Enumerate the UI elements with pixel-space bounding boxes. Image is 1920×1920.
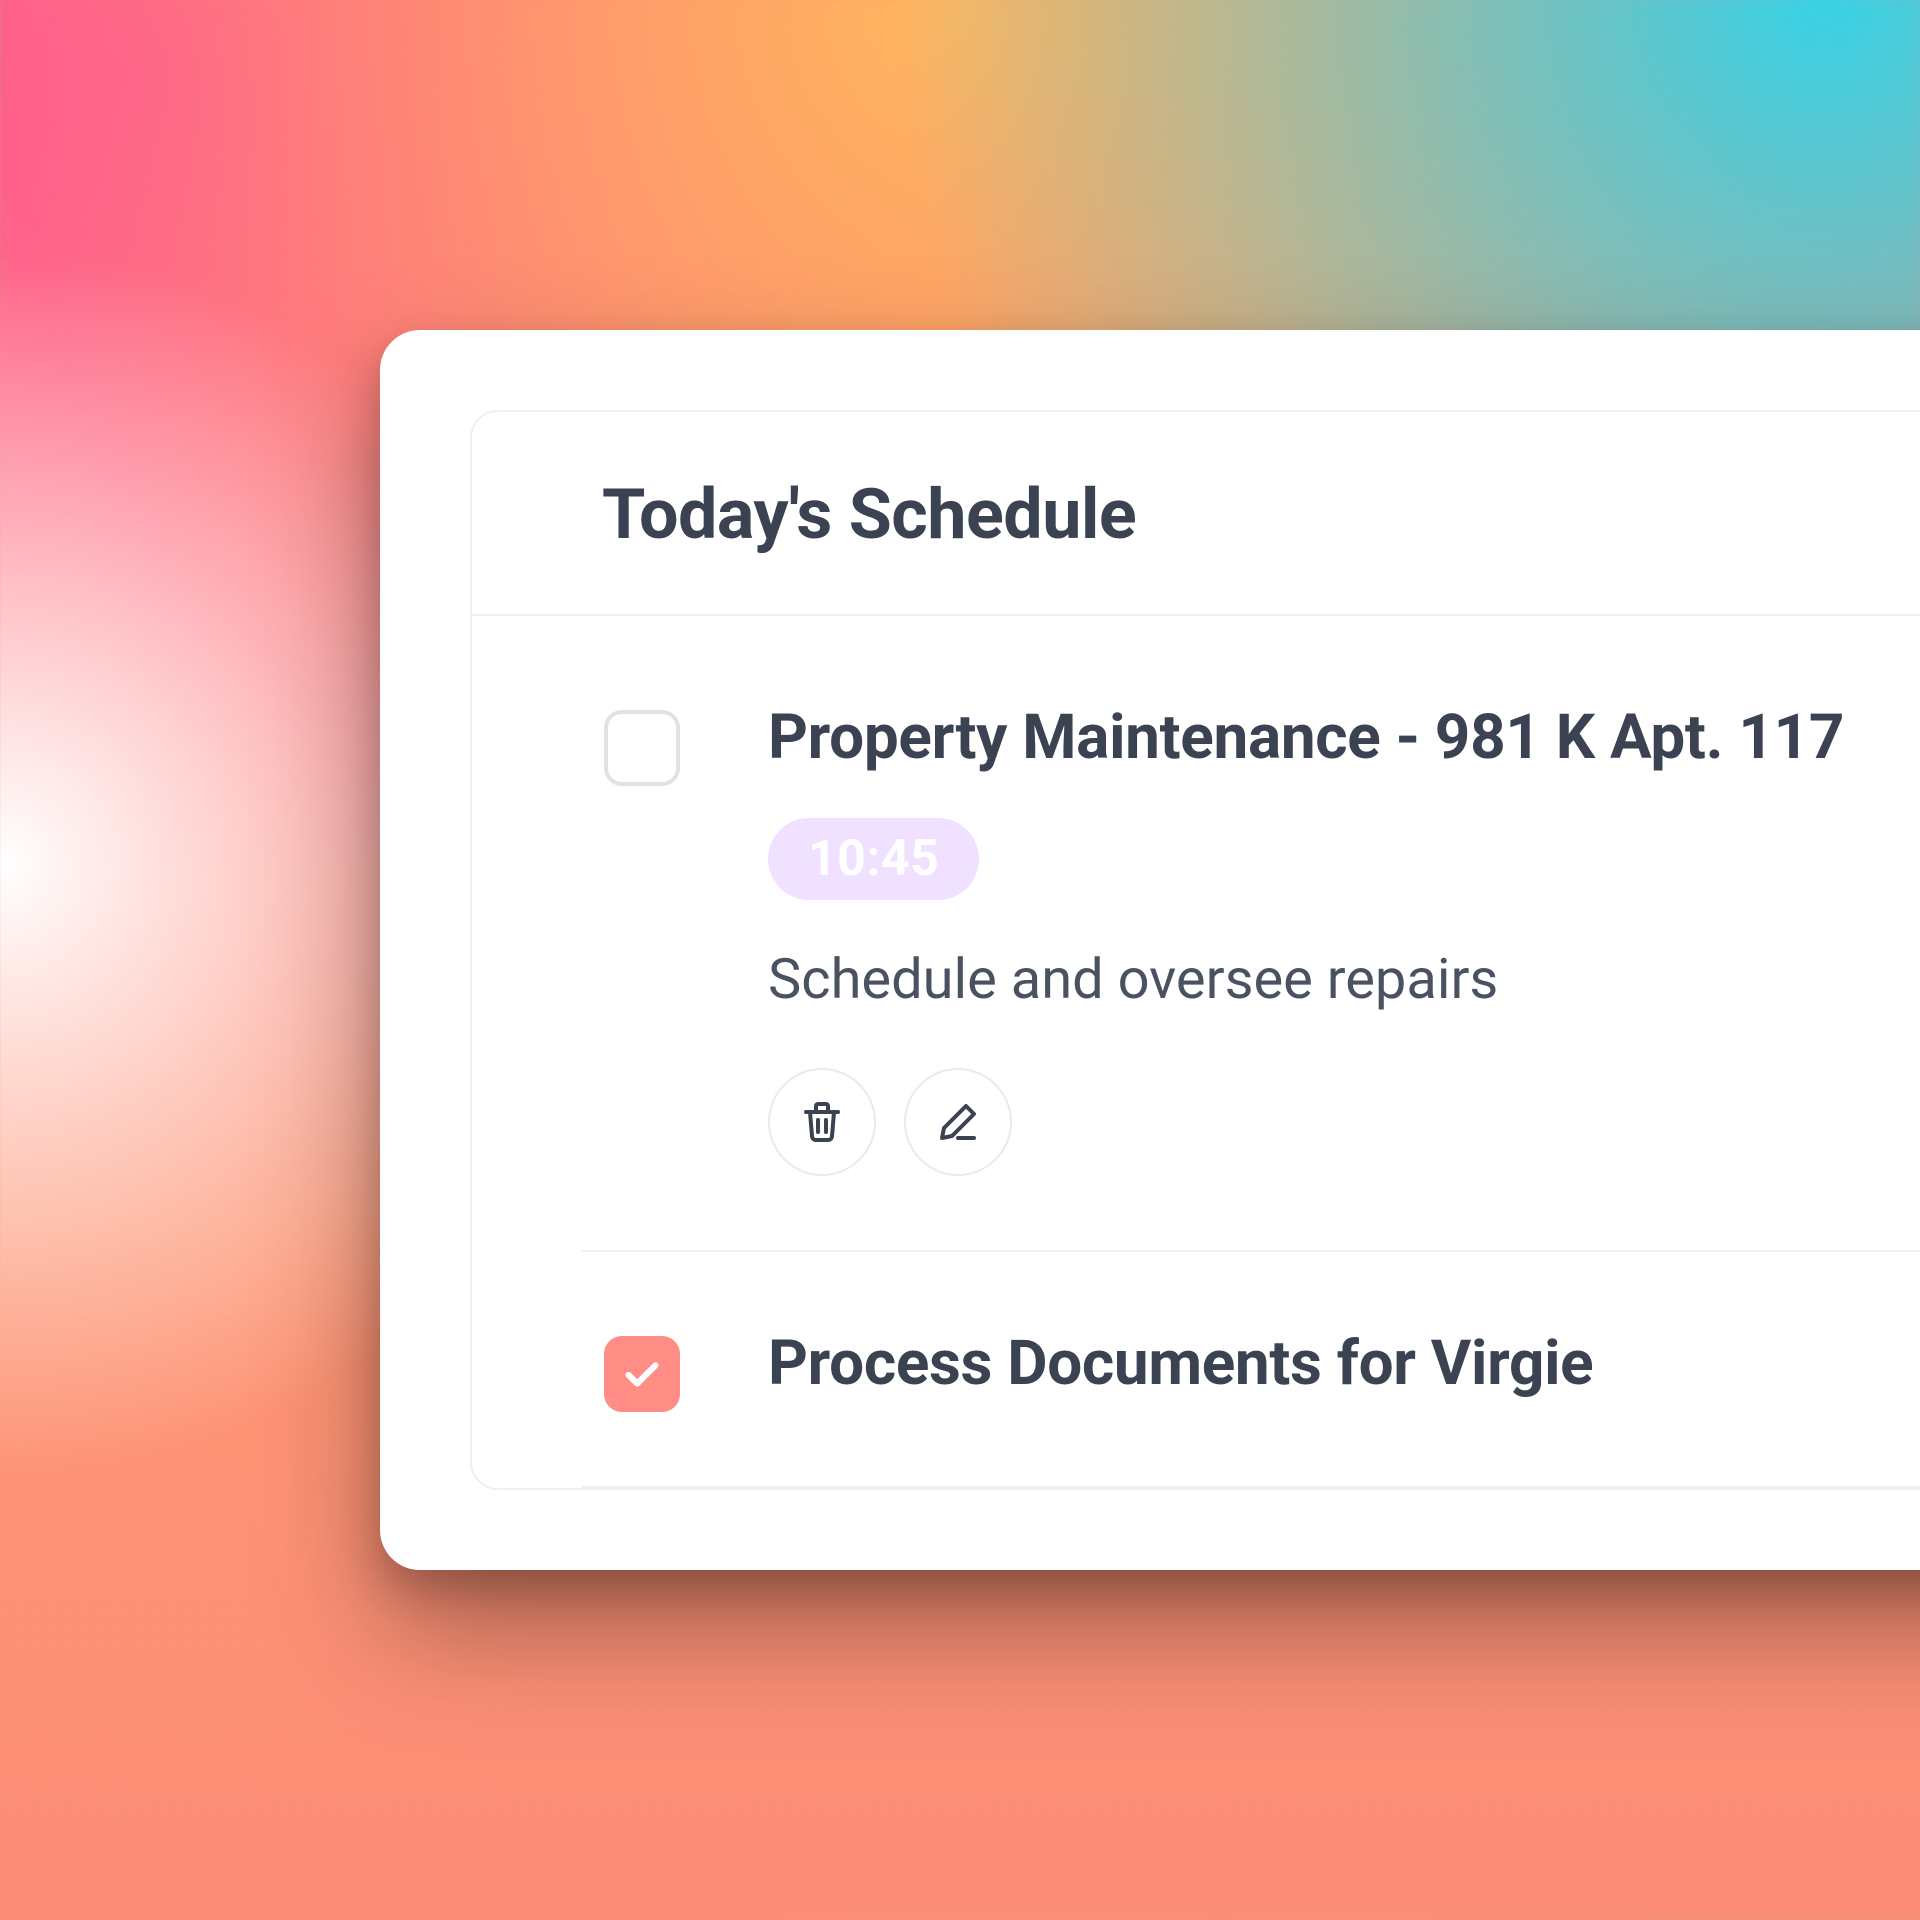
edit-icon <box>934 1098 982 1146</box>
task-description: Schedule and oversee repairs <box>768 940 1920 1018</box>
task-content: Property Maintenance - 981 K Apt. 117 10… <box>768 696 1920 1176</box>
schedule-card: Today's Schedule Property Maintenance - … <box>380 330 1920 1570</box>
schedule-inner: Today's Schedule Property Maintenance - … <box>470 410 1920 1490</box>
edit-button[interactable] <box>904 1068 1012 1176</box>
task-content: Process Documents for Virgie <box>768 1322 1920 1406</box>
task-title: Process Documents for Virgie <box>768 1322 1920 1406</box>
task-actions <box>768 1068 1920 1176</box>
time-badge: 10:45 <box>768 818 979 900</box>
trash-icon <box>798 1098 846 1146</box>
schedule-item: Property Maintenance - 981 K Apt. 117 10… <box>582 686 1920 1252</box>
delete-button[interactable] <box>768 1068 876 1176</box>
task-checkbox[interactable] <box>604 1336 680 1412</box>
schedule-list: Property Maintenance - 981 K Apt. 117 10… <box>472 616 1920 1488</box>
task-checkbox[interactable] <box>604 710 680 786</box>
task-title: Property Maintenance - 981 K Apt. 117 <box>768 696 1920 780</box>
schedule-item: Process Documents for Virgie <box>582 1252 1920 1488</box>
check-icon <box>619 1351 665 1397</box>
page-title: Today's Schedule <box>472 412 1920 616</box>
